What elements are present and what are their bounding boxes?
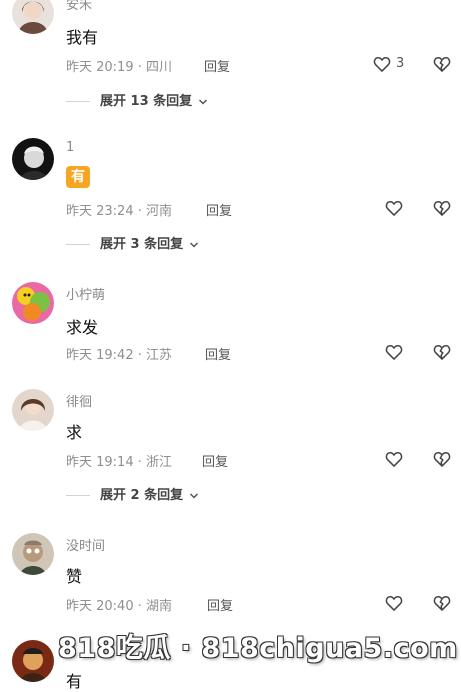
heart-outline-icon[interactable] (384, 198, 404, 218)
expand-replies-button[interactable]: 展开 3 条回复 (66, 233, 199, 252)
comment-text: 有 (66, 672, 83, 691)
comment-emoji: 有 (66, 166, 90, 188)
broken-heart-icon[interactable] (432, 54, 452, 74)
expand-replies-button[interactable]: 展开 2 条回复 (66, 484, 199, 503)
reply-button[interactable]: 回复 (207, 595, 233, 614)
comment-time-location: 昨天 20:19 · 四川 (66, 60, 172, 75)
like-count: 3 (396, 56, 405, 71)
expand-replies-button[interactable]: 展开 13 条回复 (66, 90, 208, 109)
comment-time-location: 昨天 19:42 · 江苏 (66, 348, 172, 363)
username[interactable]: 安禾 (66, 0, 92, 13)
comment-time-location: 昨天 19:14 · 浙江 (66, 455, 172, 470)
reply-button[interactable]: 回复 (206, 200, 232, 219)
comment-text: 赞 (66, 567, 83, 586)
reply-button[interactable]: 回复 (204, 56, 230, 75)
broken-heart-icon[interactable] (432, 593, 452, 613)
heart-outline-icon[interactable] (372, 54, 392, 74)
username[interactable]: 徘徊 (66, 391, 92, 410)
avatar[interactable] (12, 389, 54, 431)
divider-line (66, 101, 90, 102)
chevron-down-icon (199, 98, 208, 105)
avatar[interactable] (12, 138, 54, 180)
avatar[interactable] (12, 533, 54, 575)
avatar[interactable] (12, 282, 54, 324)
username[interactable]: 没时间 (66, 535, 105, 554)
divider-line (66, 244, 90, 245)
comment-time-location: 昨天 20:40 · 湖南 (66, 599, 172, 614)
chevron-down-icon (190, 241, 199, 248)
comment-time-location: 昨天 23:24 · 河南 (66, 204, 172, 219)
watermark: 818吃瓜 · 818chigua5.com (58, 633, 458, 664)
username[interactable]: 小柠萌 (66, 284, 105, 303)
expand-label: 展开 3 条回复 (100, 237, 184, 252)
heart-outline-icon[interactable] (384, 593, 404, 613)
divider-line (66, 495, 90, 496)
heart-outline-icon[interactable] (384, 449, 404, 469)
expand-label: 展开 13 条回复 (100, 94, 193, 109)
reply-button[interactable]: 回复 (202, 451, 228, 470)
comment-text: 求发 (66, 318, 99, 337)
broken-heart-icon[interactable] (432, 198, 452, 218)
chevron-down-icon (190, 492, 199, 499)
broken-heart-icon[interactable] (432, 342, 452, 362)
avatar[interactable] (12, 0, 54, 34)
heart-outline-icon[interactable] (384, 342, 404, 362)
comment-text: 求 (66, 423, 83, 442)
broken-heart-icon[interactable] (432, 449, 452, 469)
avatar[interactable] (12, 640, 54, 682)
reply-button[interactable]: 回复 (205, 344, 231, 363)
username[interactable]: 1 (66, 140, 74, 155)
expand-label: 展开 2 条回复 (100, 488, 184, 503)
comment-text: 我有 (66, 28, 99, 47)
